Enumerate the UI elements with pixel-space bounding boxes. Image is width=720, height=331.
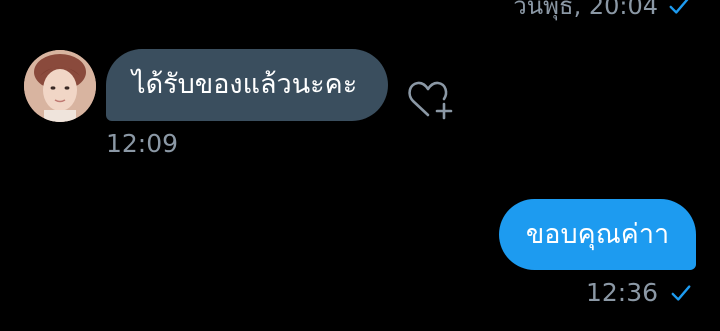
previous-message-meta: วันพุธ, 20:04: [513, 0, 690, 25]
check-icon: [671, 284, 691, 301]
sent-message-meta: 12:36: [586, 278, 692, 307]
received-message-text: ได้รับของแล้วนะคะ: [132, 69, 358, 100]
sent-message-bubble[interactable]: ขอบคุณค่าา: [499, 199, 696, 270]
received-message-bubble[interactable]: ได้รับของแล้วนะคะ: [106, 49, 388, 121]
chat-screen: วันพุธ, 20:04 ได้รับของแล้วนะคะ 12:09 ขอ…: [0, 0, 720, 331]
check-icon: [669, 0, 689, 14]
avatar[interactable]: [24, 50, 96, 122]
previous-message-timestamp: วันพุธ, 20:04: [513, 0, 658, 20]
sent-message-text: ขอบคุณค่าา: [525, 219, 670, 250]
heart-plus-icon[interactable]: [406, 78, 456, 120]
received-message-time: 12:09: [106, 129, 179, 158]
sent-message-time: 12:36: [585, 278, 658, 307]
